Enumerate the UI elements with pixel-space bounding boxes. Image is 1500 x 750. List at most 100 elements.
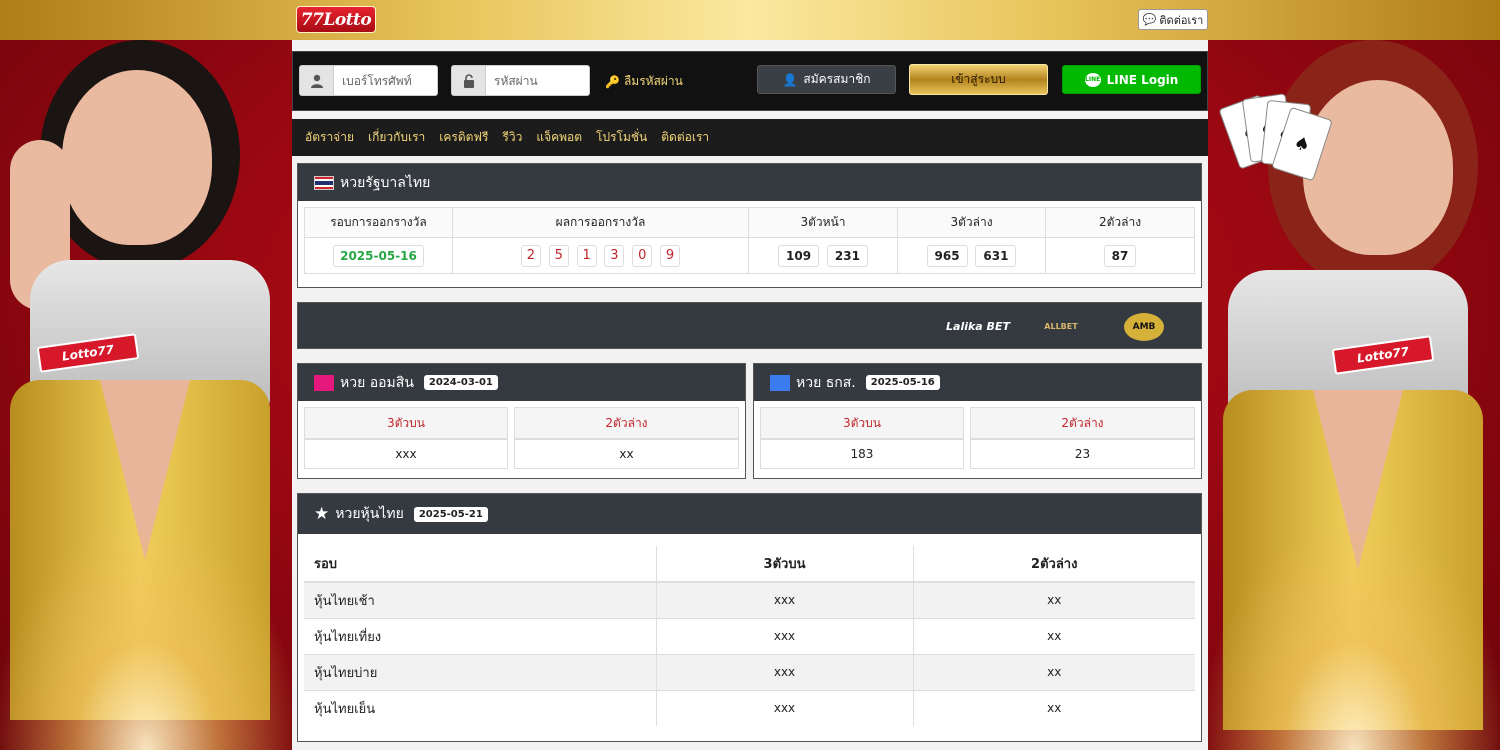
- prize-digit: 2: [520, 244, 541, 267]
- baac-lottery-header: หวย ธกส. 2025-05-16: [754, 364, 1201, 401]
- gsb-result-table: 3ตัวบน 2ตัวล่าง xxx xx: [298, 407, 745, 469]
- left-promo-banner: Lotto77: [0, 40, 292, 750]
- nav-item-jackpot[interactable]: แจ็คพอต: [536, 128, 582, 147]
- bottom2-value: xx: [912, 581, 1195, 618]
- user-icon: [299, 65, 333, 96]
- star-icon: ★: [314, 504, 330, 524]
- nav-item-review[interactable]: รีวิว: [502, 128, 522, 147]
- column-header: 3ตัวล่าง: [897, 207, 1046, 238]
- prize-digit: 9: [660, 244, 681, 267]
- phone-input[interactable]: [333, 65, 438, 96]
- round-name: หุ้นไทยบ่าย: [304, 653, 656, 690]
- register-label: สมัครสมาชิก: [803, 72, 871, 86]
- table-row: หุ้นไทยเย็น xxx xx: [304, 689, 1195, 726]
- front3-number: 109: [778, 244, 820, 267]
- baac-date-badge: 2025-05-16: [865, 375, 940, 390]
- table-row: หุ้นไทยบ่าย xxx xx: [304, 653, 1195, 690]
- login-bar: 🔑 ลืมรหัสผ่าน 👤 สมัครสมาชิก เข้าสู่ระบบ …: [292, 51, 1208, 111]
- forgot-password-link[interactable]: 🔑 ลืมรหัสผ่าน: [605, 72, 683, 91]
- baac-bottom2-value: 23: [969, 439, 1195, 469]
- partner-logos-bar: Lalika BET ALLBET AMB: [297, 302, 1202, 349]
- column-header: 2ตัวล่าง: [912, 546, 1195, 583]
- line-icon: LINE: [1084, 72, 1101, 87]
- column-header: 3ตัวบน: [304, 407, 508, 439]
- gsb-bottom2-value: xx: [513, 439, 739, 469]
- thai-flag-icon: [314, 175, 334, 190]
- password-input[interactable]: [485, 65, 590, 96]
- nav-item-rates[interactable]: อัตราจ่าย: [305, 128, 354, 147]
- front3-number: 231: [826, 244, 868, 267]
- round-name: หุ้นไทยเช้า: [304, 581, 656, 618]
- nav-item-promotion[interactable]: โปรโมชั่น: [596, 128, 647, 147]
- baac-lottery-panel: หวย ธกส. 2025-05-16 3ตัวบน 2ตัวล่าง 183 …: [753, 363, 1202, 479]
- nav-item-free-credit[interactable]: เครดิตฟรี: [439, 128, 488, 147]
- prize-digits: 2 5 1 3 0 9: [452, 237, 749, 274]
- gsb-lottery-header: หวย ออมสิน 2024-03-01: [298, 364, 745, 401]
- column-header: รอบการออกรางวัล: [304, 207, 453, 238]
- login-button[interactable]: เข้าสู่ระบบ: [909, 64, 1048, 95]
- partner-logo-amb[interactable]: AMB: [1124, 313, 1164, 341]
- column-header: 3ตัวหน้า: [748, 207, 898, 238]
- site-logo[interactable]: 77Lotto: [296, 6, 376, 33]
- contact-button[interactable]: 💬 ติดต่อเรา: [1138, 9, 1208, 30]
- baac-color-icon: [770, 374, 790, 391]
- thai-lottery-title: หวยรัฐบาลไทย: [340, 174, 431, 191]
- thai-stock-header: ★ หวยหุ้นไทย 2025-05-21: [298, 494, 1201, 534]
- add-user-icon: 👤: [782, 72, 798, 87]
- key-icon: 🔑: [605, 74, 620, 89]
- thai-stock-table: รอบ 3ตัวบน 2ตัวล่าง หุ้นไทยเช้า xxx xx ห…: [304, 546, 1195, 726]
- gsb-date-badge: 2024-03-01: [423, 375, 498, 390]
- last2-number: 87: [1103, 244, 1137, 267]
- back3-number: 631: [975, 244, 1017, 267]
- column-header: 2ตัวล่าง: [1045, 207, 1195, 238]
- register-button[interactable]: 👤 สมัครสมาชิก: [757, 65, 896, 94]
- gsb-color-icon: [314, 374, 334, 391]
- gsb-lottery-panel: หวย ออมสิน 2024-03-01 3ตัวบน 2ตัวล่าง xx…: [297, 363, 746, 479]
- prize-digit: 1: [576, 244, 597, 267]
- forgot-password-label: ลืมรหัสผ่าน: [623, 74, 683, 88]
- thai-stock-title: หวยหุ้นไทย: [335, 506, 404, 522]
- password-input-group: [451, 65, 590, 96]
- draw-date: 2025-05-16: [333, 244, 424, 267]
- thai-lottery-header: หวยรัฐบาลไทย: [298, 164, 1201, 201]
- baac-result-table: 3ตัวบน 2ตัวล่าง 183 23: [754, 407, 1201, 469]
- right-promo-banner: ♠ ♠ ♠ ♠ Lotto77: [1208, 40, 1500, 750]
- chat-icon: 💬: [1142, 13, 1157, 26]
- model-face: [62, 70, 212, 245]
- thai-lottery-table: รอบการออกรางวัล ผลการออกรางวัล 3ตัวหน้า …: [304, 207, 1195, 274]
- line-login-label: LINE Login: [1106, 72, 1179, 87]
- main-content: 🔑 ลืมรหัสผ่าน 👤 สมัครสมาชิก เข้าสู่ระบบ …: [292, 40, 1208, 750]
- column-header: 3ตัวบน: [655, 546, 913, 583]
- lock-icon: [451, 65, 485, 96]
- prize-digit: 0: [632, 244, 653, 267]
- line-login-button[interactable]: LINE LINE Login: [1062, 65, 1201, 94]
- gsb-title: หวย ออมสิน: [340, 374, 414, 391]
- round-name: หุ้นไทยเที่ยง: [304, 617, 656, 654]
- nav-item-contact[interactable]: ติดต่อเรา: [661, 128, 709, 147]
- round-name: หุ้นไทยเย็น: [304, 689, 656, 726]
- top-header: 77Lotto 💬 ติดต่อเรา: [0, 0, 1500, 40]
- model-face: [1303, 80, 1453, 255]
- thai-stock-panel: ★ หวยหุ้นไทย 2025-05-21 รอบ 3ตัวบน 2ตัวล…: [297, 493, 1202, 742]
- contact-button-label: ติดต่อเรา: [1159, 13, 1204, 27]
- top3-value: xxx: [655, 581, 913, 618]
- nav-item-about[interactable]: เกี่ยวกับเรา: [368, 128, 425, 147]
- playing-cards: ♠ ♠ ♠ ♠: [1218, 93, 1333, 200]
- partner-logo-allbet[interactable]: ALLBET: [1036, 313, 1086, 339]
- table-row: หุ้นไทยเช้า xxx xx: [304, 581, 1195, 618]
- bottom2-value: xx: [912, 689, 1195, 726]
- main-nav: อัตราจ่าย เกี่ยวกับเรา เครดิตฟรี รีวิว แ…: [292, 119, 1208, 156]
- column-header: ผลการออกรางวัล: [452, 207, 749, 238]
- table-row: หุ้นไทยเที่ยง xxx xx: [304, 617, 1195, 654]
- phone-input-group: [299, 65, 438, 96]
- column-header: 2ตัวล่าง: [513, 407, 739, 439]
- back3-number: 965: [926, 244, 968, 267]
- column-header: รอบ: [304, 546, 656, 583]
- thai-stock-date-badge: 2025-05-21: [413, 506, 488, 522]
- partner-logo-lalika[interactable]: Lalika BET: [940, 313, 1016, 339]
- bottom2-value: xx: [912, 617, 1195, 654]
- column-header: 3ตัวบน: [760, 407, 964, 439]
- baac-title: หวย ธกส.: [796, 374, 856, 391]
- login-label: เข้าสู่ระบบ: [951, 72, 1006, 86]
- column-header: 2ตัวล่าง: [969, 407, 1195, 439]
